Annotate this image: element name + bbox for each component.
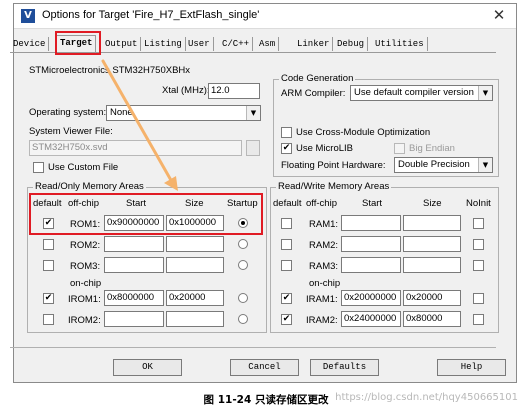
watermark: https://blog.csdn.net/hqy450665101 xyxy=(335,392,518,403)
cancel-button[interactable]: Cancel xyxy=(230,359,299,376)
defaults-button[interactable]: Defaults xyxy=(310,359,379,376)
bottom-separator xyxy=(10,347,496,348)
help-button[interactable]: Help xyxy=(437,359,506,376)
annotation-arrow-icon xyxy=(101,59,178,191)
ok-button[interactable]: OK xyxy=(113,359,182,376)
